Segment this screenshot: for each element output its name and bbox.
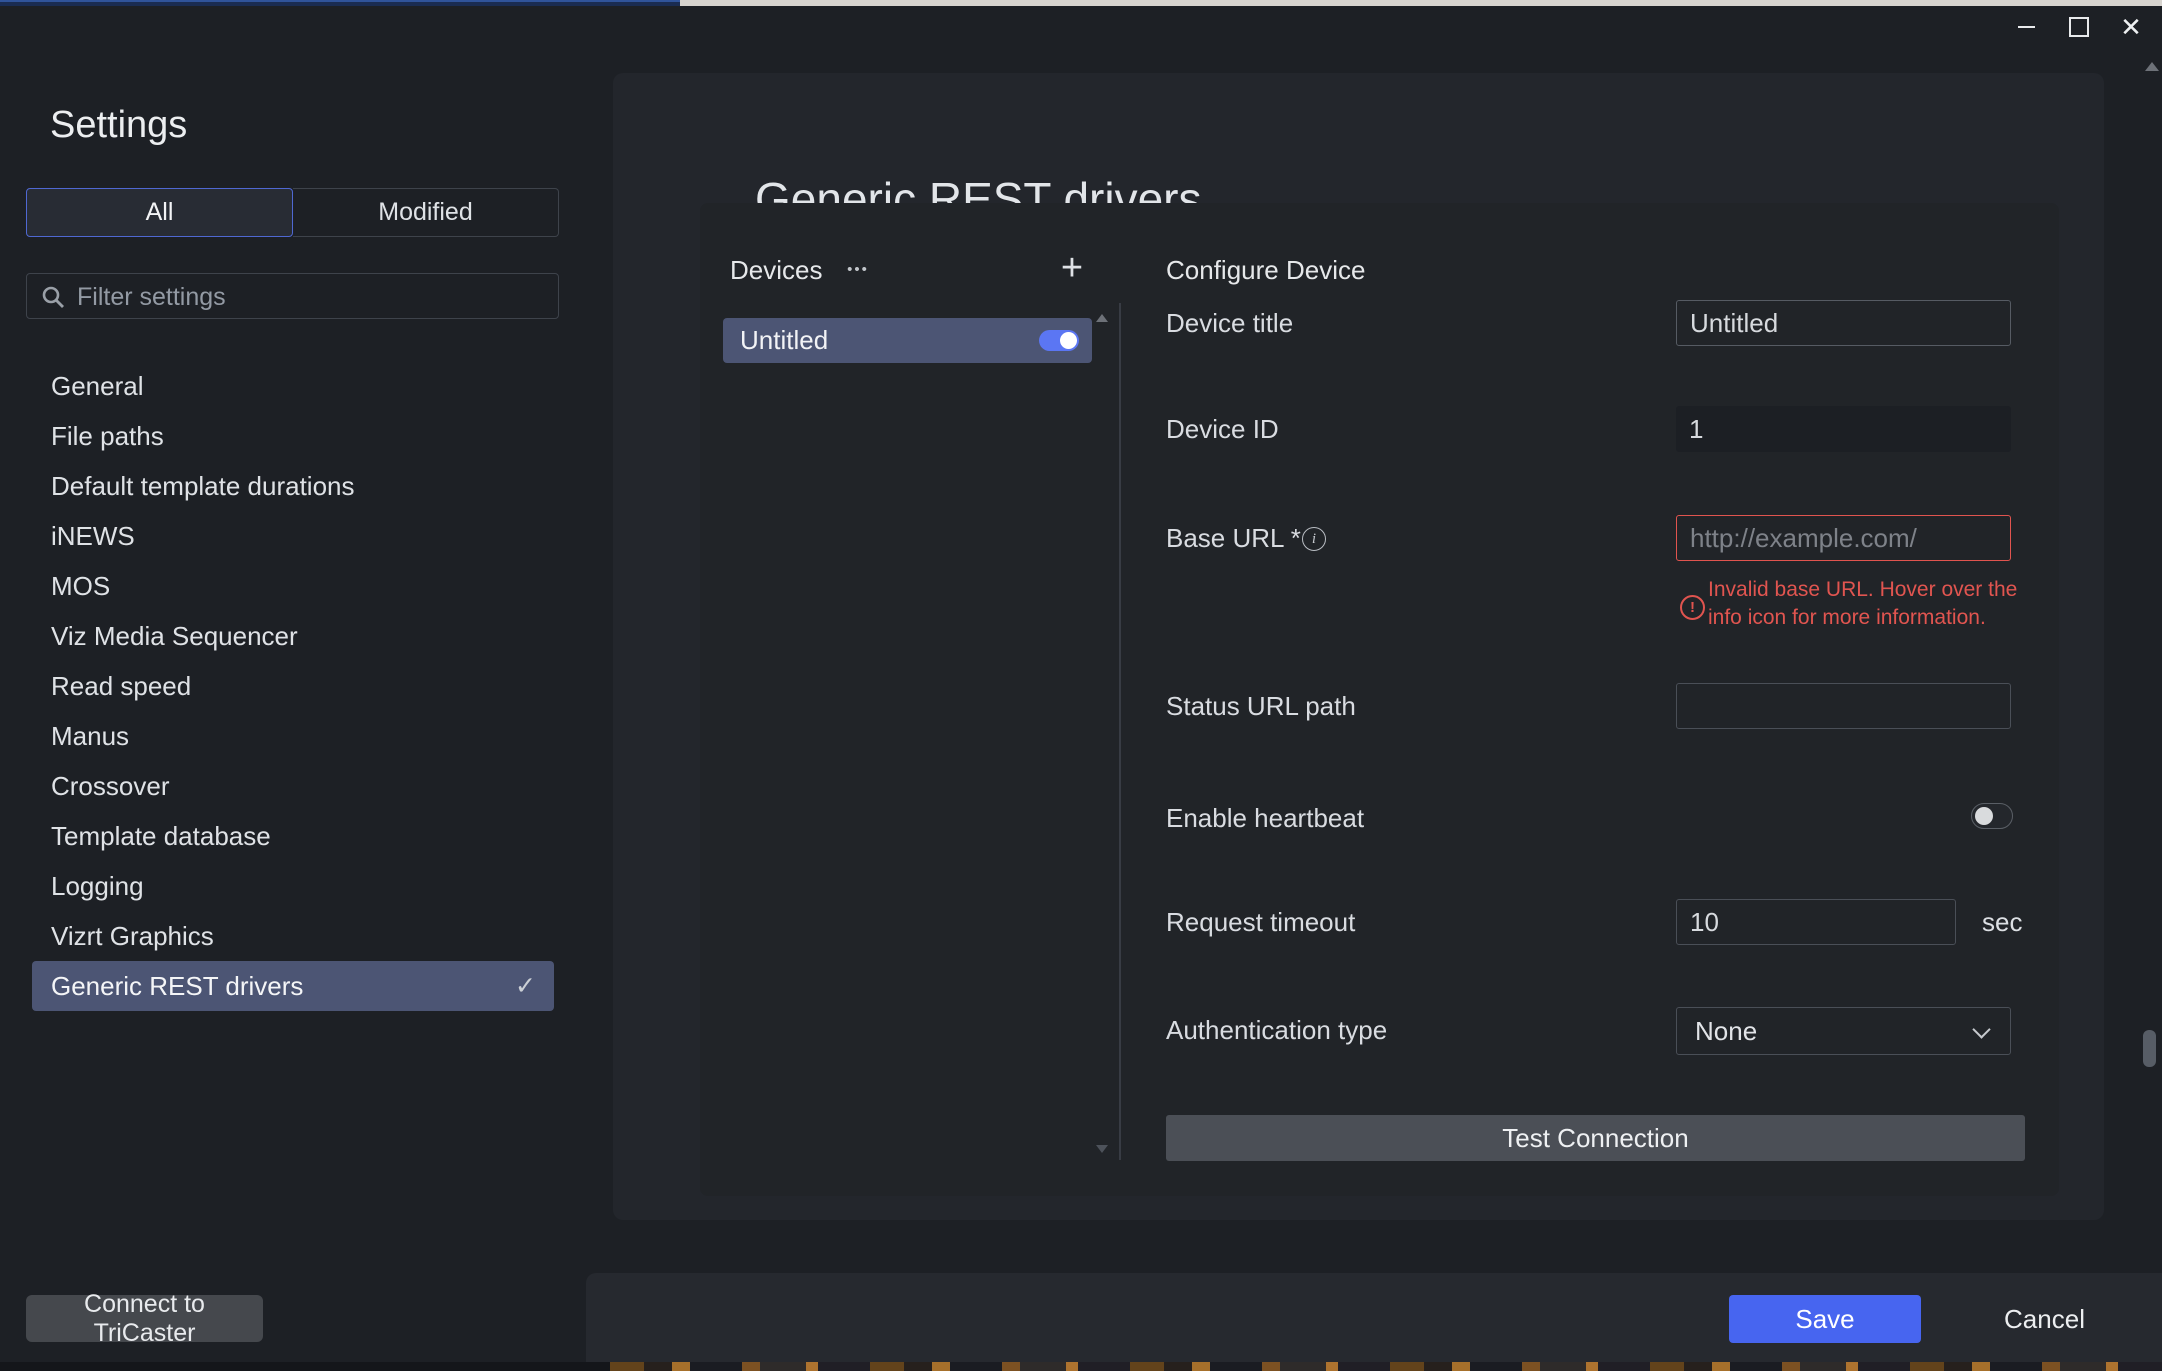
sidebar-item-label: Default template durations (51, 471, 355, 502)
connect-to-tricaster-button[interactable]: Connect to TriCaster (26, 1295, 263, 1342)
sidebar-item-label: Logging (51, 871, 144, 902)
sidebar-item-template-database[interactable]: Template database (32, 811, 554, 861)
sidebar-item-label: Generic REST drivers (51, 971, 303, 1002)
settings-page-title: Settings (50, 104, 187, 147)
error-icon: ! (1680, 595, 1705, 620)
sidebar-item-label: Crossover (51, 771, 169, 802)
sidebar-item-file-paths[interactable]: File paths (32, 411, 554, 461)
request-timeout-input[interactable] (1676, 899, 1956, 945)
toggle-knob (1975, 807, 1993, 825)
search-icon (40, 284, 66, 310)
base-url-input[interactable] (1676, 515, 2011, 561)
plus-icon: + (1061, 246, 1083, 290)
close-button[interactable]: ✕ (2108, 8, 2154, 46)
test-connection-button[interactable]: Test Connection (1166, 1115, 2025, 1161)
device-title-label: Device title (1166, 308, 1293, 338)
ellipsis-icon: ••• (847, 261, 869, 278)
device-list-scroll-down-icon[interactable] (1096, 1145, 1108, 1153)
save-button[interactable]: Save (1729, 1295, 1921, 1343)
authentication-type-label: Authentication type (1166, 1015, 1387, 1045)
status-url-path-input[interactable] (1676, 683, 2011, 729)
dialog-footer: Save Cancel (586, 1273, 2162, 1362)
close-icon: ✕ (2120, 14, 2142, 40)
sidebar-item-manus[interactable]: Manus (32, 711, 554, 761)
devices-configure-panel: Devices ••• + Untitled Configure Device … (700, 203, 2059, 1196)
sidebar-item-label: Template database (51, 821, 271, 852)
status-url-path-label: Status URL path (1166, 691, 1356, 721)
device-list-item[interactable]: Untitled (723, 318, 1092, 363)
settings-filter-tabs: All Modified (26, 188, 559, 237)
device-enabled-toggle[interactable] (1039, 330, 1079, 351)
tab-modified[interactable]: Modified (293, 188, 559, 237)
background-taskbar-strip-left (0, 1362, 610, 1371)
scrollbar-thumb[interactable] (2143, 1030, 2156, 1067)
devices-header: Devices (730, 255, 822, 285)
panel-divider (1119, 303, 1121, 1160)
sidebar-item-inews[interactable]: iNEWS (32, 511, 554, 561)
base-url-error-line1: Invalid base URL. Hover over the (1708, 577, 2038, 603)
base-url-error-line2: info icon for more information. (1708, 605, 2038, 631)
authentication-type-select[interactable]: None (1676, 1007, 2011, 1055)
device-title-input[interactable] (1676, 300, 2011, 346)
device-id-label: Device ID (1166, 414, 1279, 444)
device-list-scroll-up-icon[interactable] (1096, 314, 1108, 322)
filter-settings-search (26, 273, 559, 319)
sidebar-item-mos[interactable]: MOS (32, 561, 554, 611)
sidebar-item-label: General (51, 371, 144, 402)
sidebar-item-label: MOS (51, 571, 110, 602)
sidebar-item-read-speed[interactable]: Read speed (32, 661, 554, 711)
sidebar-item-viz-media-sequencer[interactable]: Viz Media Sequencer (32, 611, 554, 661)
sidebar-item-label: Read speed (51, 671, 191, 702)
check-icon: ✓ (515, 971, 536, 1001)
search-input[interactable] (75, 274, 554, 320)
background-window-edge-right (680, 0, 2162, 6)
minimize-icon (2018, 26, 2035, 28)
minimize-button[interactable] (2003, 8, 2049, 46)
sidebar-item-label: Manus (51, 721, 129, 752)
chevron-down-icon (1972, 1020, 1990, 1038)
sidebar-item-vizrt-graphics[interactable]: Vizrt Graphics (32, 911, 554, 961)
background-window-edge-left (0, 0, 680, 6)
add-device-button[interactable]: + (1050, 245, 1094, 291)
devices-menu-button[interactable]: ••• (836, 253, 880, 285)
info-icon[interactable]: i (1302, 527, 1326, 551)
sidebar-item-label: Viz Media Sequencer (51, 621, 298, 652)
sidebar-item-label: Vizrt Graphics (51, 921, 214, 952)
configure-device-heading: Configure Device (1166, 255, 1365, 285)
enable-heartbeat-toggle[interactable] (1971, 803, 2013, 829)
base-url-label: Base URL * (1166, 523, 1301, 553)
request-timeout-label: Request timeout (1166, 907, 1355, 937)
cancel-button[interactable]: Cancel (1982, 1295, 2107, 1343)
toggle-knob (1060, 332, 1077, 349)
enable-heartbeat-label: Enable heartbeat (1166, 803, 1364, 833)
sidebar-item-general[interactable]: General (32, 361, 554, 411)
background-desktop-strip (610, 1362, 2162, 1371)
scrollbar-up-arrow-icon[interactable] (2145, 62, 2159, 71)
sidebar-item-label: File paths (51, 421, 164, 452)
settings-window: ✕ Settings All Modified General File pat… (0, 0, 2162, 1371)
maximize-button[interactable] (2056, 8, 2102, 46)
settings-nav: General File paths Default template dura… (32, 361, 554, 1011)
sidebar-item-label: iNEWS (51, 521, 135, 552)
sidebar-item-logging[interactable]: Logging (32, 861, 554, 911)
generic-rest-drivers-panel: Generic REST drivers Devices ••• + Untit… (613, 73, 2104, 1220)
tab-all[interactable]: All (26, 188, 293, 237)
selected-option: None (1695, 1016, 1757, 1047)
timeout-unit-label: sec (1982, 907, 2022, 938)
sidebar-item-default-template-durations[interactable]: Default template durations (32, 461, 554, 511)
sidebar-item-generic-rest-drivers[interactable]: Generic REST drivers ✓ (32, 961, 554, 1011)
sidebar-item-crossover[interactable]: Crossover (32, 761, 554, 811)
maximize-icon (2069, 17, 2089, 37)
device-id-input[interactable] (1676, 406, 2011, 452)
device-name: Untitled (740, 325, 828, 356)
